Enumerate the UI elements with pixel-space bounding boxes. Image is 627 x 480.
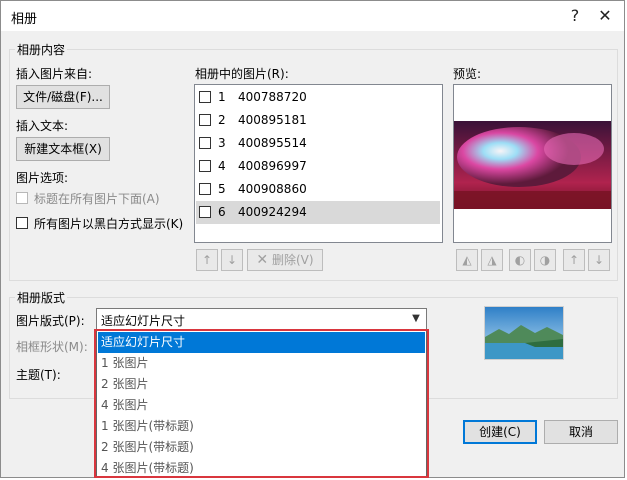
dropdown-option-fit-slide[interactable]: 适应幻灯片尺寸 [98,332,425,353]
black-white-label: 所有图片以黑白方式显示(K) [34,217,184,231]
remove-button[interactable]: ✕ 删除(V) [247,249,323,271]
rotate-left-button[interactable]: ◭ [456,249,478,271]
picture-row-selected[interactable]: 6 400924294 [196,201,440,224]
dropdown-option[interactable]: 4 张图片(带标题) [98,458,425,479]
rotate-right-button[interactable]: ◮ [481,249,503,271]
black-white-checkbox[interactable] [16,217,28,229]
rotate-right-icon: ◮ [487,253,497,267]
album-content-title: 相册内容 [15,41,68,58]
picture-options-label: 图片选项: [16,171,69,185]
rotate-left-icon: ◭ [462,253,472,267]
dropdown-option[interactable]: 1 张图片 [98,353,425,374]
picture-checkbox[interactable] [199,160,211,172]
file-disk-button[interactable]: 文件/磁盘(F)... [16,85,110,109]
picture-checkbox[interactable] [199,91,211,103]
contrast-up-button[interactable]: ◐ [509,249,531,271]
dropdown-option[interactable]: 4 张图片 [98,395,425,416]
captions-below-label: 标题在所有图片下面(A) [34,192,160,206]
picture-name: 400895181 [238,113,307,127]
landscape-thumbnail-icon [485,307,563,359]
picture-layout-value: 适应幻灯片尺寸 [101,314,186,328]
picture-row[interactable]: 4 400896997 [196,155,440,178]
frame-shape-label: 相框形状(M): [16,340,88,354]
theme-label: 主题(T): [16,368,61,382]
picture-layout-dropdown[interactable]: 适应幻灯片尺寸 1 张图片 2 张图片 4 张图片 1 张图片(带标题) 2 张… [96,330,427,478]
picture-number: 5 [218,182,226,196]
preview-label: 预览: [453,67,482,81]
picture-number: 4 [218,159,226,173]
pictures-in-album-label: 相册中的图片(R): [195,67,289,81]
new-textbox-button[interactable]: 新建文本框(X) [16,137,110,161]
dropdown-option[interactable]: 2 张图片 [98,374,425,395]
picture-checkbox[interactable] [199,183,211,195]
brightness-down-icon: ↓ [593,253,605,267]
contrast-up-icon: ◐ [514,253,526,267]
move-up-button[interactable]: ↑ [196,249,218,271]
picture-row[interactable]: 1 400788720 [196,86,440,109]
picture-number: 1 [218,90,226,104]
picture-number: 6 [218,205,226,219]
dropdown-option[interactable]: 2 张图片(带标题) [98,437,425,458]
picture-layout-label: 图片版式(P): [16,314,85,328]
remove-x-icon: ✕ [256,252,269,268]
picture-name: 400895514 [238,136,307,150]
picture-name: 400908860 [238,182,307,196]
picture-row[interactable]: 3 400895514 [196,132,440,155]
help-button[interactable]: ? [561,4,589,28]
remove-label: 删除(V) [271,253,314,267]
picture-layout-combo[interactable]: 适应幻灯片尺寸 ▼ [96,308,427,330]
pictures-listbox[interactable]: 1 400788720 2 400895181 3 400895514 4 40… [194,84,443,243]
chevron-down-icon[interactable]: ▼ [405,309,426,329]
brightness-up-icon: ↑ [568,253,580,267]
contrast-down-icon: ◑ [539,253,551,267]
picture-number: 3 [218,136,226,150]
insert-text-label: 插入文本: [16,119,69,133]
insert-picture-from-label: 插入图片来自: [16,67,93,81]
picture-row[interactable]: 2 400895181 [196,109,440,132]
dropdown-option[interactable]: 1 张图片(带标题) [98,416,425,437]
brightness-down-button[interactable]: ↓ [588,249,610,271]
dialog-title: 相册 [11,12,38,27]
album-layout-title: 相册版式 [15,289,68,306]
picture-checkbox[interactable] [199,114,211,126]
cancel-button[interactable]: 取消 [544,420,618,444]
layout-preview-image [484,306,564,360]
picture-checkbox[interactable] [199,206,211,218]
picture-row[interactable]: 5 400908860 [196,178,440,201]
brightness-up-button[interactable]: ↑ [563,249,585,271]
create-button[interactable]: 创建(C) [463,420,537,444]
picture-number: 2 [218,113,226,127]
picture-checkbox[interactable] [199,137,211,149]
title-bar: 相册 ? ✕ [1,1,624,31]
move-down-button[interactable]: ↓ [221,249,243,271]
captions-below-checkbox[interactable] [16,192,28,204]
contrast-down-button[interactable]: ◑ [534,249,556,271]
picture-name: 400788720 [238,90,307,104]
close-button[interactable]: ✕ [591,4,619,28]
preview-image-icon [454,121,611,209]
preview-pane [453,84,612,243]
picture-name: 400924294 [238,205,307,219]
picture-name: 400896997 [238,159,307,173]
photo-album-dialog: 相册 ? ✕ 相册内容 插入图片来自: 文件/磁盘(F)... 插入文本: 新建… [0,0,625,478]
